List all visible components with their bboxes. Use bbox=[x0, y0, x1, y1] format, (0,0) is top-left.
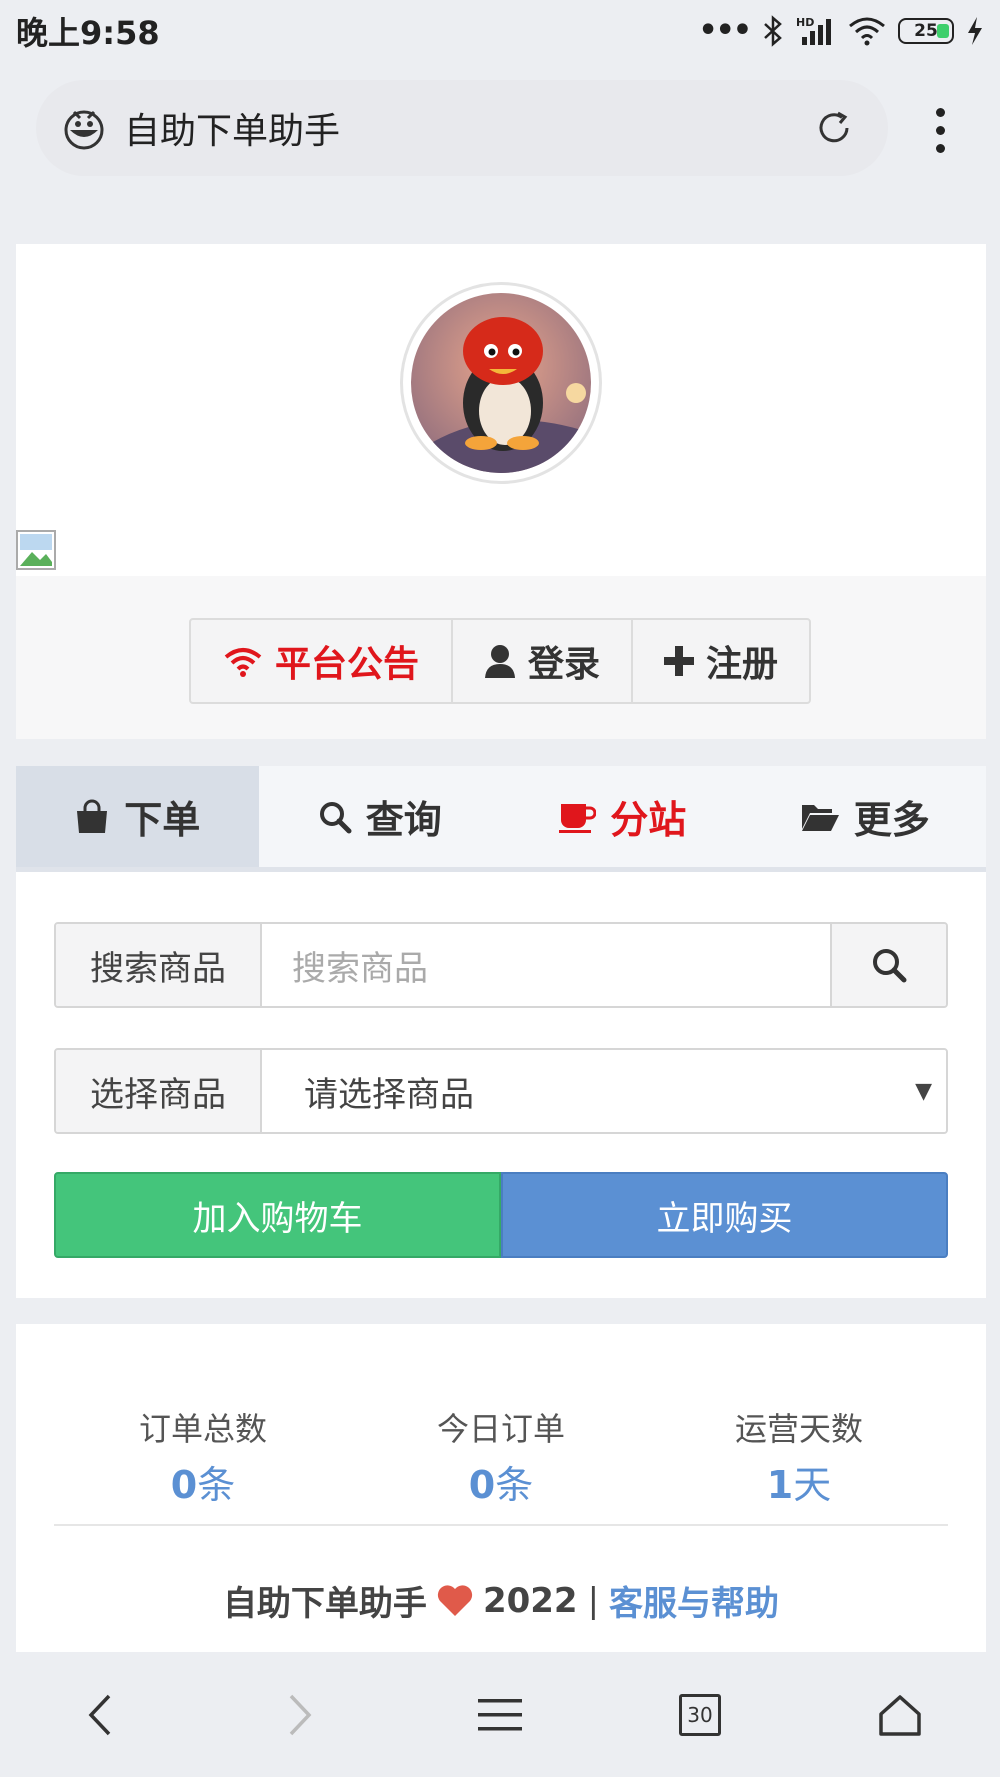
avatar-frame bbox=[400, 282, 602, 484]
home-icon bbox=[879, 1694, 921, 1736]
stat-label: 运营天数 bbox=[734, 1410, 863, 1448]
login-button[interactable]: 登录 bbox=[451, 620, 631, 702]
profile-card: 平台公告 登录 注册 bbox=[16, 244, 986, 739]
footer-separator: | bbox=[587, 1580, 600, 1621]
stat-value: 0条 bbox=[468, 1463, 534, 1507]
wifi-icon bbox=[224, 648, 262, 677]
home-button[interactable] bbox=[860, 1675, 940, 1755]
search-icon bbox=[873, 949, 907, 983]
product-select[interactable]: 请选择商品 ▼ bbox=[262, 1050, 946, 1132]
heart-icon bbox=[437, 1584, 473, 1616]
stat-label: 今日订单 bbox=[436, 1410, 565, 1448]
footer-brand: 自助下单助手 bbox=[222, 1584, 427, 1624]
penguin-avatar-image bbox=[411, 293, 591, 473]
tab-more[interactable]: 更多 bbox=[744, 766, 987, 867]
browser-bottom-nav: 30 bbox=[0, 1652, 1000, 1777]
search-icon bbox=[319, 801, 352, 833]
add-to-cart-button[interactable]: 加入购物车 bbox=[54, 1172, 501, 1258]
stats-card: 订单总数 0条 今日订单 0条 运营天数 1天 自助下单助手 2022 | 客服… bbox=[16, 1324, 986, 1654]
chevron-down-icon: ▼ bbox=[915, 1078, 932, 1104]
stats-row: 订单总数 0条 今日订单 0条 运营天数 1天 bbox=[54, 1404, 948, 1509]
tab-order[interactable]: 下单 bbox=[16, 766, 259, 867]
login-label: 登录 bbox=[527, 644, 600, 685]
notice-label: 平台公告 bbox=[274, 644, 419, 685]
search-button[interactable] bbox=[830, 924, 946, 1006]
tab-substation[interactable]: 分站 bbox=[501, 766, 744, 867]
user-icon bbox=[484, 645, 515, 678]
stat-label: 订单总数 bbox=[138, 1410, 267, 1448]
tab-more-label: 更多 bbox=[853, 798, 930, 842]
bluetooth-icon bbox=[764, 15, 782, 47]
wifi-icon bbox=[849, 17, 885, 46]
product-select-value: 请选择商品 bbox=[304, 1074, 474, 1115]
stat-total-orders: 订单总数 0条 bbox=[54, 1404, 352, 1509]
battery-level bbox=[937, 24, 949, 38]
folder-open-icon bbox=[801, 804, 839, 831]
notice-button[interactable]: 平台公告 bbox=[191, 620, 451, 702]
search-input[interactable]: 搜索商品 bbox=[262, 924, 830, 1006]
charging-icon bbox=[968, 17, 982, 45]
tab-order-label: 下单 bbox=[124, 798, 201, 842]
select-row: 选择商品 请选择商品 ▼ bbox=[54, 1048, 948, 1134]
status-icons: ••• HD 25 bbox=[698, 15, 984, 47]
order-card: 下单 查询 分站 更多 搜索商品 搜索商品 选择商品 请选择商品 ▼ 加入购物车… bbox=[16, 766, 986, 1298]
stat-operating-days: 运营天数 1天 bbox=[650, 1404, 948, 1509]
footer: 自助下单助手 2022 | 客服与帮助 bbox=[16, 1576, 986, 1625]
tabs-count-icon: 30 bbox=[679, 1693, 721, 1736]
stat-value: 0条 bbox=[170, 1463, 236, 1507]
select-label: 选择商品 bbox=[56, 1050, 262, 1132]
reload-icon bbox=[819, 111, 849, 143]
stat-today-orders: 今日订单 0条 bbox=[352, 1404, 650, 1509]
chevron-right-icon bbox=[289, 1694, 312, 1735]
divider bbox=[54, 1524, 948, 1526]
address-bar[interactable]: 自助下单助手 bbox=[36, 80, 888, 176]
search-row: 搜索商品 搜索商品 bbox=[54, 922, 948, 1008]
svg-text:HD: HD bbox=[796, 16, 814, 29]
shopping-bag-icon bbox=[77, 799, 108, 833]
footer-year: 2022 bbox=[482, 1580, 578, 1621]
reload-button[interactable] bbox=[804, 98, 864, 158]
header-button-group: 平台公告 登录 注册 bbox=[189, 618, 811, 704]
plus-icon bbox=[663, 646, 694, 676]
back-button[interactable] bbox=[60, 1675, 140, 1755]
status-bar: 晚上9:58 ••• HD 25 bbox=[0, 0, 1000, 62]
site-logo-icon bbox=[64, 110, 104, 150]
tab-substation-label: 分站 bbox=[610, 798, 687, 842]
chevron-left-icon bbox=[88, 1694, 111, 1735]
more-dots-icon: ••• bbox=[698, 13, 752, 48]
help-link[interactable]: 客服与帮助 bbox=[609, 1576, 779, 1625]
battery-text: 25 bbox=[914, 21, 938, 41]
coffee-cup-icon bbox=[559, 803, 597, 833]
battery-icon: 25 bbox=[898, 18, 954, 44]
tab-bar: 下单 查询 分站 更多 bbox=[16, 766, 986, 872]
register-button[interactable]: 注册 bbox=[631, 620, 809, 702]
avatar bbox=[411, 293, 591, 473]
tabs-button[interactable]: 30 bbox=[660, 1675, 740, 1755]
register-label: 注册 bbox=[705, 644, 778, 685]
menu-button[interactable] bbox=[460, 1675, 540, 1755]
tab-query-label: 查询 bbox=[365, 798, 442, 842]
status-time: 晚上9:58 bbox=[16, 14, 160, 52]
header-actions-area: 平台公告 登录 注册 bbox=[16, 576, 986, 739]
forward-button[interactable] bbox=[260, 1675, 340, 1755]
action-buttons: 加入购物车 立即购买 bbox=[54, 1172, 948, 1258]
buy-now-button[interactable]: 立即购买 bbox=[501, 1172, 948, 1258]
broken-image-icon bbox=[16, 530, 56, 570]
browser-menu-button[interactable] bbox=[918, 100, 962, 160]
signal-icon: HD bbox=[796, 16, 831, 45]
tab-query[interactable]: 查询 bbox=[259, 766, 502, 867]
stat-value: 1天 bbox=[766, 1463, 832, 1507]
hamburger-icon bbox=[478, 1698, 522, 1730]
search-label: 搜索商品 bbox=[56, 924, 262, 1006]
site-title: 自助下单助手 bbox=[124, 111, 341, 152]
